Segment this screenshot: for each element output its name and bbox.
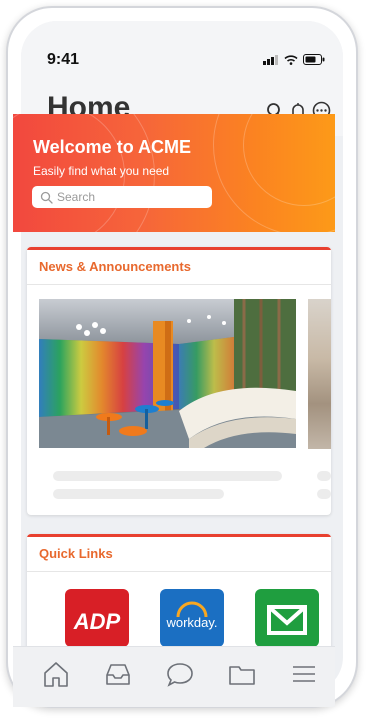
svg-text:ADP: ADP (73, 609, 121, 634)
home-tab-icon[interactable] (41, 659, 71, 689)
welcome-banner: Welcome to ACME Easily find what you nee… (13, 114, 335, 232)
quick-link-workday[interactable]: workday. (160, 589, 224, 647)
bottom-tab-bar (13, 646, 335, 707)
workday-logo: workday. (165, 601, 218, 630)
status-bar: 9:41 (21, 21, 343, 81)
quick-links-title: Quick Links (27, 537, 331, 572)
wifi-icon (284, 54, 298, 65)
news-item-image[interactable] (39, 299, 296, 448)
quick-link-mail[interactable] (255, 589, 319, 647)
search-placeholder: Search (57, 190, 96, 204)
chat-tab-icon[interactable] (165, 659, 195, 689)
battery-icon (303, 54, 325, 65)
news-title: News & Announcements (27, 250, 331, 285)
banner-search-input[interactable]: Search (32, 186, 212, 208)
news-item-image-next[interactable] (308, 299, 331, 449)
signal-icon (263, 54, 278, 65)
loading-line (317, 471, 331, 481)
search-icon (40, 191, 53, 204)
inbox-tab-icon[interactable] (103, 659, 133, 689)
svg-text:workday.: workday. (165, 615, 217, 630)
news-card: News & Announcements (27, 247, 331, 515)
status-time: 9:41 (47, 51, 80, 68)
menu-tab-icon[interactable] (289, 659, 319, 689)
adp-logo: ADP (73, 609, 121, 634)
banner-headline: Welcome to ACME (33, 137, 192, 157)
loading-line (53, 471, 282, 481)
folder-tab-icon[interactable] (227, 659, 257, 689)
loading-line (53, 489, 224, 499)
mail-icon (267, 605, 307, 635)
loading-line (317, 489, 331, 499)
banner-subtitle: Easily find what you need (33, 164, 170, 178)
status-icons (263, 54, 325, 65)
office-photo (39, 299, 296, 448)
quick-link-adp[interactable]: ADP (65, 589, 129, 647)
